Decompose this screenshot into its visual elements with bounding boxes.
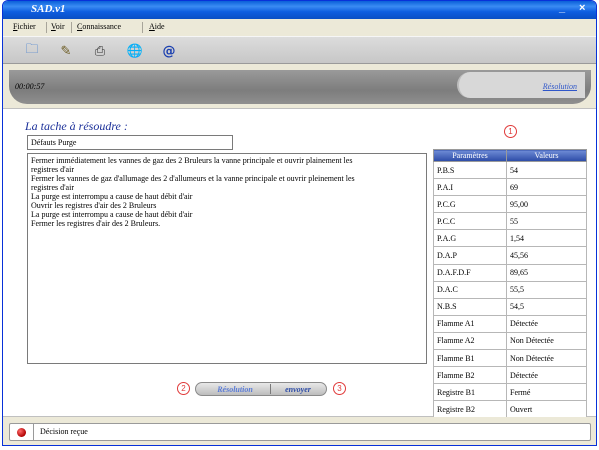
param-value: Détectée [506,366,587,385]
step-line: La purge est interrompu a cause de haut … [31,210,193,219]
close-button[interactable]: × [579,2,585,14]
menu-connaissance[interactable]: Connaissance [77,22,121,31]
email-icon[interactable]: @ [158,41,180,61]
elapsed-timer: 00:00:57 [15,82,45,91]
resolution-button[interactable]: Résolution [202,383,268,395]
tab-resolution[interactable]: Résolution [457,72,585,98]
param-name: P.B.S [433,160,507,180]
param-name: P.C.C [433,212,507,231]
status-box: Décision reçue [9,423,591,441]
table-row: Flamme A1 Détectée [433,314,587,333]
menu-separator [142,22,143,33]
marker-1: 1 [504,125,517,138]
table-row: Registre B2 Ouvert [433,400,587,419]
step-line: registres d'air [31,165,74,174]
table-row: D.A.C 55,5 [433,280,587,299]
marker-3: 3 [333,382,346,395]
table-row: Flamme B1 Non Détectée [433,349,587,368]
action-button-group: Résolution envoyer [195,382,327,396]
print-icon[interactable]: ⎙ [89,41,111,61]
param-name: Registre B1 [433,383,507,402]
marker-2: 2 [177,382,190,395]
param-value: 55,5 [506,280,587,299]
status-bar: Décision reçue [3,417,596,445]
main-window: SAD.v1 _ × Fichier Voir Connaissance Aid… [2,0,597,446]
param-value: Détectée [506,314,587,333]
step-line: Fermer les registres d'air des 2 Bruleur… [31,219,161,228]
table-row: N.B.S 54,5 [433,297,587,316]
param-name: Flamme A1 [433,314,507,333]
param-value: 89,65 [506,263,587,282]
steps-textarea[interactable]: Fermer immédiatement les vannes de gaz d… [27,153,427,364]
param-name: D.A.P [433,246,507,265]
param-name: Flamme B2 [433,366,507,385]
header-band: 00:00:57 Résolution [3,64,596,108]
toolbar: 🗀 ✎ ⎙ 🌐 @ [3,36,596,64]
step-line: Fermer les vannes de gaz d'allumage des … [31,174,355,183]
column-header-valeurs: Valeurs [506,149,587,162]
table-row: Registre B1 Fermé [433,383,587,402]
table-row: Flamme A2 Non Détectée [433,331,587,351]
param-value: Ouvert [506,400,587,419]
param-value: 54 [506,160,587,180]
table-row: P.C.G 95,00 [433,195,587,214]
menu-separator [46,22,47,33]
step-line: registres d'air [31,183,74,192]
title-bar[interactable]: SAD.v1 _ × [3,1,596,19]
tab-resolution-label[interactable]: Résolution [543,82,577,91]
button-divider [270,384,271,394]
table-header-row: Paramètres Valeurs [433,149,587,162]
parameters-table: Paramètres Valeurs P.B.S 54 P.A.I 69 P.C.G… [433,149,587,419]
table-row: Flamme B2 Détectée [433,366,587,385]
menu-bar: Fichier Voir Connaissance Aide [3,19,596,36]
param-name: P.A.I [433,178,507,197]
param-name: D.A.F.D.F [433,263,507,282]
param-name: Flamme B1 [433,349,507,368]
param-value: 55 [506,212,587,231]
param-value: 69 [506,178,587,197]
param-value: Fermé [506,383,587,402]
status-message: Décision reçue [40,427,88,436]
param-name: N.B.S [433,297,507,316]
param-value: 1,54 [506,229,587,248]
step-line: Ouvrir les registres d'air des 2 Bruleur… [31,201,157,210]
param-value: Non Détectée [506,349,587,368]
minimize-button[interactable]: _ [559,2,565,14]
menu-fichier[interactable]: Fichier [13,22,36,31]
table-row: P.A.G 1,54 [433,229,587,248]
param-name: P.A.G [433,229,507,248]
menu-aide[interactable]: Aide [149,22,165,31]
window-title: SAD.v1 [31,3,66,15]
table-row: D.A.P 45,56 [433,246,587,265]
knowledge-icon[interactable]: ✎ [55,41,77,61]
content-panel: La tache à résoudre : Défauts Purge Ferm… [3,108,596,419]
param-value: 54,5 [506,297,587,316]
param-value: 95,00 [506,195,587,214]
column-header-parametres: Paramètres [433,149,507,162]
header-band-bar: 00:00:57 Résolution [9,70,591,104]
param-value: 45,56 [506,246,587,265]
param-name: P.C.G [433,195,507,214]
param-name: Flamme A2 [433,331,507,351]
menu-separator [71,22,72,33]
table-row: P.C.C 55 [433,212,587,231]
table-row: D.A.F.D.F 89,65 [433,263,587,282]
param-value: Non Détectée [506,331,587,351]
task-name-field[interactable]: Défauts Purge [27,135,233,150]
status-indicator-cell [10,424,34,440]
table-row: P.B.S 54 [433,160,587,180]
status-indicator-icon [17,427,26,437]
open-icon[interactable]: 🗀 [21,41,43,61]
globe-icon[interactable]: 🌐 [124,41,146,61]
task-heading: La tache à résoudre : [25,119,128,133]
param-name: Registre B2 [433,400,507,419]
step-line: Fermer immédiatement les vannes de gaz d… [31,156,353,165]
envoyer-button[interactable]: envoyer [272,383,324,395]
menu-voir[interactable]: Voir [51,22,65,31]
step-line: La purge est interrompu a cause de haut … [31,192,193,201]
param-name: D.A.C [433,280,507,299]
table-row: P.A.I 69 [433,178,587,197]
